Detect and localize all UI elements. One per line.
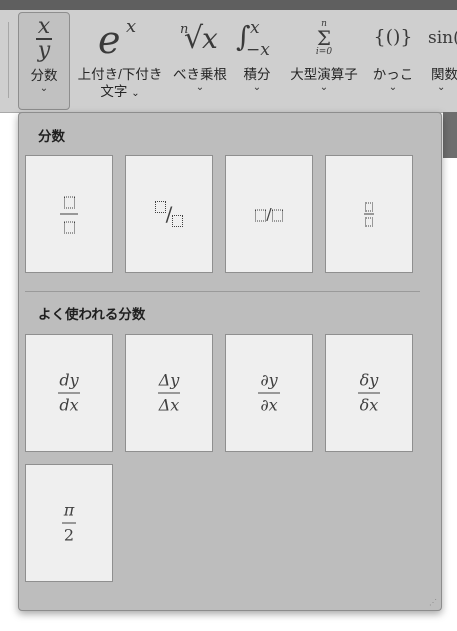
placeholder-icon [63, 196, 75, 208]
placeholder-icon [255, 209, 267, 221]
window-top-strip [0, 0, 457, 10]
function-button[interactable]: sin( 関数 ⌄ [422, 12, 457, 110]
skewed-fraction-icon: / [126, 201, 212, 227]
script-label: 上付き/下付き [77, 67, 163, 82]
integral-button[interactable]: ∫ x −x 積分 ⌄ [232, 12, 282, 110]
partial-fraction: ∂y ∂x [226, 371, 312, 416]
section-title-common-fractions: よく使われる分数 [38, 307, 146, 322]
resize-grip-icon[interactable]: ⋰ [429, 598, 437, 607]
fraction-dy-dx-tile[interactable]: dy dx [25, 334, 113, 452]
integral-label: 積分 [243, 67, 271, 82]
ribbon-separator [8, 22, 9, 98]
linear-fraction-tile[interactable]: / [225, 155, 313, 273]
large-operator-label: 大型演算子 [290, 67, 358, 82]
bracket-label: かっこ [372, 67, 414, 82]
function-icon: sin( [428, 28, 457, 48]
script-button[interactable]: e x 上付き/下付き 文字 ⌄ [72, 12, 168, 110]
placeholder-icon [172, 215, 184, 227]
chevron-down-icon: ⌄ [319, 82, 329, 93]
equation-ribbon: x y 分数 ⌄ e x 上付き/下付き 文字 ⌄ n √ x べき乗根 ⌄ ∫… [0, 10, 457, 113]
fraction-label: 分数 [30, 68, 58, 83]
stacked-fraction-tile[interactable] [25, 155, 113, 273]
chevron-down-icon: ⌄ [388, 82, 398, 93]
placeholder-icon [63, 221, 75, 233]
small-fraction-icon [326, 201, 412, 228]
chevron-down-icon: ⌄ [39, 83, 49, 94]
summation-icon: n Σ i=0 [315, 19, 333, 58]
placeholder-icon [271, 209, 283, 221]
stacked-fraction-icon [26, 192, 112, 237]
placeholder-icon [154, 201, 166, 213]
radical-icon: n √ x [180, 21, 218, 56]
radical-label: べき乗根 [173, 67, 227, 82]
chevron-down-icon: ⌄ [437, 82, 446, 93]
section-title-fraction: 分数 [38, 129, 65, 144]
small-fraction-tile[interactable] [325, 155, 413, 273]
integral-icon: ∫ x −x [236, 18, 270, 60]
bracket-button[interactable]: {()} かっこ ⌄ [366, 12, 420, 110]
fraction-delta-y-delta-x-tile[interactable]: Δy Δx [125, 334, 213, 452]
linear-fraction-icon: / [226, 205, 312, 224]
fraction-small-delta-tile[interactable]: δy δx [325, 334, 413, 452]
bracket-icon: {()} [373, 26, 413, 48]
background-strip [443, 112, 457, 158]
chevron-down-icon: ⌄ [252, 82, 262, 93]
placeholder-icon [365, 202, 373, 212]
dy-dx-fraction: dy dx [58, 370, 80, 415]
section-divider [25, 291, 420, 292]
superscript-icon: e x [98, 16, 137, 62]
placeholder-icon [365, 217, 373, 227]
fraction-button[interactable]: x y 分数 ⌄ [18, 12, 70, 110]
pi-over-2-fraction: π2 [62, 500, 76, 545]
fraction-icon: x y [36, 14, 52, 63]
chevron-down-icon: ⌄ [195, 82, 205, 93]
large-operator-button[interactable]: n Σ i=0 大型演算子 ⌄ [282, 12, 366, 110]
small-delta-fraction: δy δx [358, 370, 380, 415]
fraction-partial-y-partial-x-tile[interactable]: ∂y ∂x [225, 334, 313, 452]
script-label-2: 文字 ⌄ [100, 84, 140, 99]
delta-fraction: Δy Δx [158, 370, 180, 415]
fraction-pi-over-2-tile[interactable]: π2 [25, 464, 113, 582]
fraction-gallery: 分数 / / よく使われる分数 dy dx Δy Δx ∂y ∂x δy δx … [18, 112, 442, 611]
function-label: 関数 [431, 67, 457, 82]
skewed-fraction-tile[interactable]: / [125, 155, 213, 273]
radical-button[interactable]: n √ x べき乗根 ⌄ [168, 12, 232, 110]
